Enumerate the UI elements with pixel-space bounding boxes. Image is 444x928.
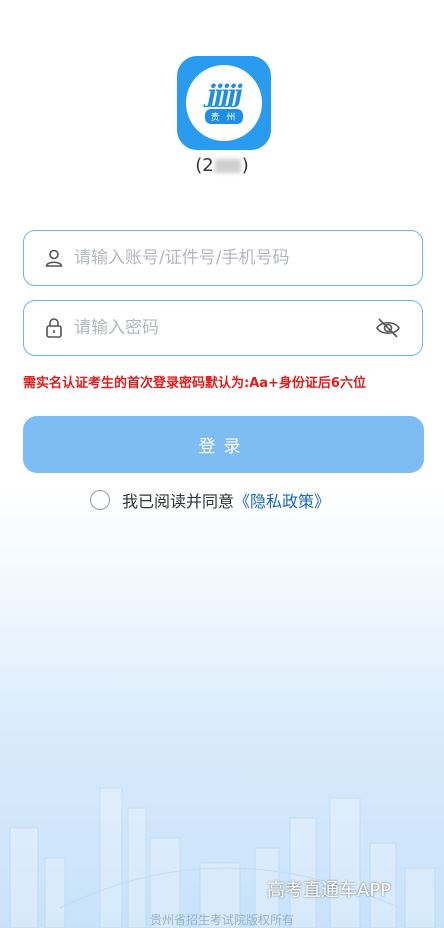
account-input[interactable] (72, 247, 422, 269)
account-field[interactable] (23, 230, 423, 286)
privacy-agreement: 我已阅读并同意 《隐私政策》 (90, 488, 330, 512)
logo-mark: jjjjj (207, 78, 242, 108)
password-field[interactable] (23, 300, 423, 356)
eye-off-icon[interactable] (374, 314, 402, 342)
lock-icon (42, 316, 66, 340)
user-icon (42, 246, 66, 270)
logo-region: 贵 州 (204, 108, 244, 124)
logo-emblem: jjjjj 贵 州 (186, 65, 262, 141)
app-version: (2) (0, 155, 444, 176)
app-logo: jjjjj 贵 州 (177, 56, 271, 150)
city-skyline-illustration (9, 787, 436, 928)
privacy-policy-link[interactable]: 《隐私政策》 (234, 488, 330, 512)
version-redacted (214, 159, 241, 173)
agree-radio[interactable] (90, 490, 110, 510)
watermark-text: 高考直通车APP (267, 880, 392, 901)
version-suffix: ) (241, 155, 249, 176)
version-prefix: (2 (195, 155, 214, 176)
copyright-text: 贵州省招生考试院版权所有 (149, 913, 294, 927)
password-input[interactable] (72, 317, 374, 339)
login-button[interactable]: 登录 (23, 416, 424, 473)
agree-text: 我已阅读并同意 (122, 492, 235, 511)
password-notice: 需实名认证考生的首次登录密码默认为:Aa+身份证后6六位 (23, 376, 366, 391)
